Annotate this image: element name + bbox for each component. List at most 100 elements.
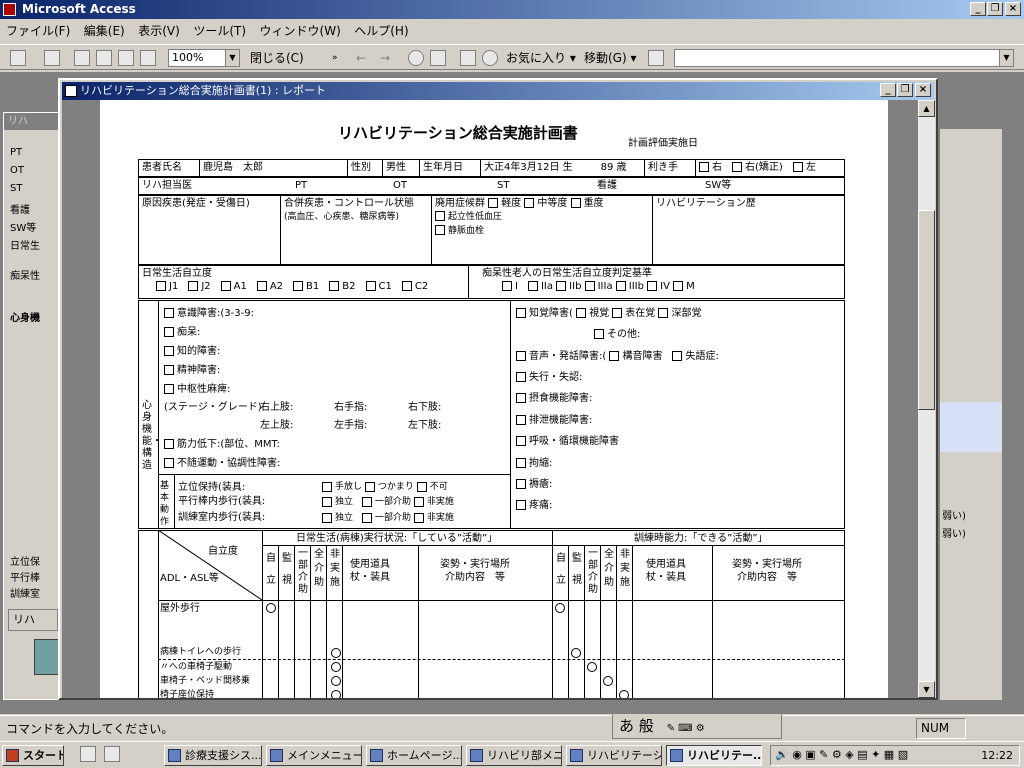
forward-arrow-icon[interactable]: → — [380, 49, 390, 67]
col-place: 姿勢・実行場所 介助内容 等 — [440, 559, 510, 583]
task-button-active[interactable]: リハビリテー... — [666, 745, 762, 766]
report-vertical-scrollbar[interactable]: ▲ ▼ — [918, 100, 935, 698]
quicklaunch-icon[interactable] — [80, 746, 96, 762]
paralysis-item: 中枢性麻痺: — [164, 383, 230, 396]
col-line-7 — [568, 545, 569, 698]
system-tray: 🔊 ◉ ▣ ✎ ⚙ ◈ ▤ ✦ ▦ ▧ 12:22 — [770, 745, 1020, 766]
zoom-icon[interactable] — [74, 50, 90, 66]
adl-corner-diagonal — [158, 530, 262, 600]
report-close-button[interactable]: × — [915, 83, 931, 97]
speech-item: 音声・発話障害:( 構音障害 失語症: — [516, 350, 719, 363]
scroll-down-button[interactable]: ▼ — [918, 681, 935, 698]
task-button[interactable]: リハビリテーショ... — [566, 745, 662, 766]
search-web-icon[interactable] — [482, 50, 498, 66]
col-line-11 — [632, 545, 633, 698]
limb-left-lower: 左下肢: — [408, 420, 442, 431]
app-title: Microsoft Access — [22, 2, 136, 16]
task-button[interactable]: リハビリ部メニ... — [466, 745, 562, 766]
mark-circle — [331, 690, 341, 698]
start-button[interactable]: スタート — [2, 745, 64, 766]
report-restore-button[interactable]: ❐ — [897, 83, 913, 97]
scroll-up-button[interactable]: ▲ — [918, 100, 935, 117]
ime-conversion[interactable]: 般 — [639, 717, 654, 735]
favorites-menu[interactable]: お気に入り ▾ — [506, 49, 576, 67]
num-lock-indicator: NUM — [916, 718, 966, 739]
status-bar: コマンドを入力してください。 NUM — [0, 715, 1024, 741]
background-form-window[interactable]: リハ PT OT ST 看護 SW等 日常生 痴呆性 心身機 立位保 平行棒 訓… — [3, 112, 63, 700]
ime-mode[interactable]: あ — [619, 717, 634, 735]
go-menu[interactable]: 移動(G) ▾ — [584, 49, 637, 67]
standing-item: 立位保持(装具: — [178, 482, 246, 493]
daily-activity-header: 日常生活(病棟)実行状況:「している”活動”」 — [296, 533, 498, 544]
eval-date-label: 計画評価実施日 — [628, 138, 698, 149]
adl-corner-divider — [262, 530, 263, 698]
report-minimize-button[interactable]: _ — [880, 83, 896, 97]
show-web-toolbar-icon[interactable] — [648, 50, 664, 66]
two-pages-icon[interactable] — [118, 50, 134, 66]
menu-view[interactable]: 表示(V) — [138, 24, 180, 38]
limb-left-finger: 左手指: — [334, 420, 368, 431]
bg-label-stand: 立位保 — [10, 557, 40, 568]
col-line-6 — [418, 545, 419, 698]
bg-rehab-button[interactable]: リハ — [8, 609, 58, 631]
home-icon[interactable] — [460, 50, 476, 66]
bg-form-icon[interactable] — [34, 639, 60, 675]
back-arrow-icon[interactable]: ← — [356, 49, 366, 67]
task-button[interactable]: メインメニュー... — [266, 745, 362, 766]
patient-name: 鹿児島 太郎 — [199, 159, 348, 177]
task-button[interactable]: 診療支援シス... — [164, 745, 262, 766]
hand-options: 右 右(矯正) 左 — [695, 159, 845, 177]
limb-right-lower: 右下肢: — [408, 402, 442, 413]
bg-right-titlebar — [940, 112, 1002, 129]
col2-supervision: 監視 — [572, 553, 582, 586]
stage-grade-label: (ステージ・グレード) — [164, 402, 262, 413]
address-field[interactable]: ▼ — [674, 49, 1014, 67]
report-gray-margin — [62, 100, 100, 698]
menu-help[interactable]: ヘルプ(H) — [354, 24, 408, 38]
body-function-center-divider — [510, 300, 511, 529]
dob-cell: 大正4年3月12日 生 89 歳 — [480, 159, 645, 177]
col2-independent: 自立 — [556, 553, 566, 586]
access-app-icon — [3, 3, 16, 16]
col-line-4 — [326, 545, 327, 698]
menu-file[interactable]: ファイル(F) — [6, 24, 70, 38]
comorbidity-cell: 合併疾患・コントロール状態 (高血圧、心疾患、糖尿病等) — [280, 195, 432, 265]
multiple-pages-icon[interactable] — [140, 50, 156, 66]
menu-window[interactable]: ウィンドウ(W) — [260, 24, 341, 38]
col-line-1 — [278, 545, 279, 698]
room-walk-options: 独立 一部介助 非実施 — [322, 512, 454, 525]
print-icon[interactable] — [44, 50, 60, 66]
ime-tool-icons[interactable]: ✎ ⌨ ⚙ — [667, 723, 705, 734]
task-button[interactable]: ホームページ... — [366, 745, 462, 766]
refresh-icon[interactable] — [430, 50, 446, 66]
stop-icon[interactable] — [408, 50, 424, 66]
minimize-button[interactable]: _ — [970, 2, 986, 16]
col-independent: 自立 — [266, 553, 276, 586]
adl-corner-bottom: ADL・ASL等 — [160, 573, 219, 584]
scroll-thumb[interactable] — [918, 210, 935, 410]
history-cell: リハビリテーション歴 — [652, 195, 845, 265]
menu-tools[interactable]: ツール(T) — [193, 24, 246, 38]
close-preview-button[interactable]: 閉じる(C) — [250, 49, 304, 67]
quicklaunch-icon[interactable] — [104, 746, 120, 762]
dementia-level-cell: 痴呆性老人の日常生活自立度判定基準 I IIa IIb IIIa IIIb IV… — [468, 265, 845, 299]
zoom-select[interactable]: 100% ▼ — [168, 49, 240, 67]
sex-value: 男性 — [382, 159, 420, 177]
background-form-right[interactable]: 弱い) 弱い) — [940, 112, 1002, 700]
ime-toolbar[interactable]: あ 般 ✎ ⌨ ⚙ — [612, 713, 782, 739]
tray-icons[interactable]: 🔊 ◉ ▣ ✎ ⚙ ◈ ▤ ✦ ▦ ▧ — [775, 748, 908, 761]
report-icon — [65, 85, 77, 97]
adl-header-line — [262, 545, 845, 546]
menu-edit[interactable]: 編集(E) — [84, 24, 125, 38]
bg-label-ot: OT — [10, 165, 24, 176]
one-page-icon[interactable] — [96, 50, 112, 66]
sensory-other-item: その他: — [594, 328, 640, 341]
basic-motion-label: 基本動作 — [160, 481, 170, 527]
adl-table-mid-divider — [552, 530, 553, 698]
parallel-walk-item: 平行棒内歩行(装具: — [178, 496, 266, 507]
mark-circle — [555, 603, 565, 613]
toolbar-options-chevron-icon[interactable]: » — [332, 49, 338, 67]
close-button[interactable]: × — [1005, 2, 1021, 16]
restore-button[interactable]: ❐ — [987, 2, 1003, 16]
design-view-icon[interactable] — [10, 50, 26, 66]
